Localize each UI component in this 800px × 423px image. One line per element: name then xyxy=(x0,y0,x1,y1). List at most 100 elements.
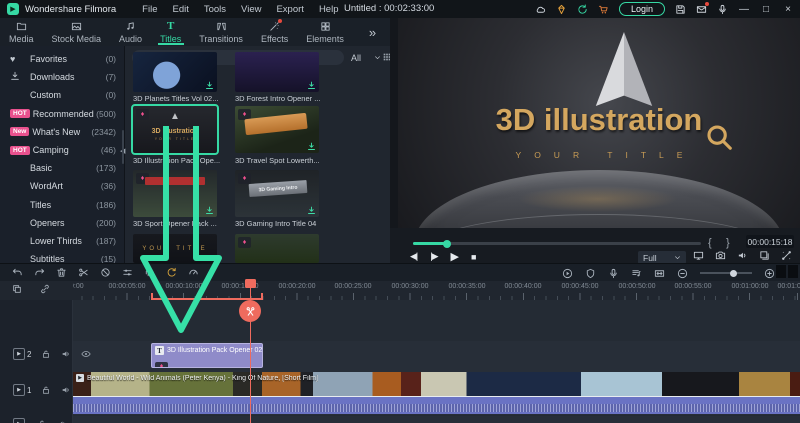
lock-icon[interactable] xyxy=(37,419,47,423)
sidebar-item-favorites[interactable]: ♥ Favorites (0) xyxy=(0,50,124,68)
sidebar-item-custom[interactable]: Custom (0) xyxy=(0,86,124,104)
track-3-lane[interactable] xyxy=(73,416,800,423)
timeline-zoom-slider[interactable] xyxy=(700,269,752,277)
gem-upgrade-icon[interactable] xyxy=(556,4,567,15)
download-icon[interactable] xyxy=(307,142,316,151)
tab-elements[interactable]: Elements xyxy=(297,18,353,46)
menu-view[interactable]: View xyxy=(241,4,261,15)
sidebar-item-openers[interactable]: Openers (200) xyxy=(0,214,124,232)
refresh-icon[interactable] xyxy=(577,4,588,15)
sidebar-item-basic[interactable]: Basic (173) xyxy=(0,159,124,177)
snapshot-icon[interactable] xyxy=(715,250,726,261)
sidebar-item-recommended[interactable]: HOT Recommended (500) xyxy=(0,105,124,123)
render-preview-button[interactable] xyxy=(166,267,177,278)
lock-icon[interactable] xyxy=(41,349,51,359)
track-play-icon[interactable]: ▶ xyxy=(13,418,25,423)
grid-view-icon[interactable] xyxy=(382,52,390,62)
cart-icon[interactable] xyxy=(598,4,609,15)
detach-audio-button[interactable] xyxy=(144,267,155,278)
playhead-handle[interactable] xyxy=(244,279,256,288)
mail-icon[interactable] xyxy=(696,1,709,15)
download-icon[interactable] xyxy=(205,206,214,215)
mark-out-brace[interactable]: } xyxy=(726,237,730,249)
sidebar-item-whats-new[interactable]: New What's New (2342) xyxy=(0,123,124,141)
login-button[interactable]: Login xyxy=(618,2,665,16)
mute-speaker-icon[interactable] xyxy=(61,349,71,359)
delete-button[interactable] xyxy=(56,267,67,278)
download-icon[interactable] xyxy=(205,81,214,90)
marker-button[interactable] xyxy=(585,268,596,279)
timeline-ruler[interactable]: 00:00:00 00:00:05:00 00:00:10:00 00:00:1… xyxy=(73,281,800,300)
library-item-thumbnail[interactable]: ♦ xyxy=(235,234,319,263)
screen-record-button[interactable] xyxy=(562,268,573,279)
download-icon[interactable] xyxy=(307,206,316,215)
previous-frame-button[interactable]: ◀| xyxy=(410,251,418,262)
preview-stage[interactable]: 3D illustration YOUR TITLE xyxy=(398,18,800,228)
library-item-thumbnail-selected[interactable]: ♦ ▲ 3D illustration YOUR TITLE xyxy=(131,104,219,155)
stop-button[interactable]: ■ xyxy=(471,252,477,262)
video-clip[interactable]: ▶ Beautiful World - Wild Animals (Peter … xyxy=(73,372,800,414)
layout-icon[interactable] xyxy=(759,250,770,261)
sidebar-item-camping[interactable]: HOT Camping (46) xyxy=(0,141,124,159)
fit-timeline-button[interactable] xyxy=(654,268,665,279)
audio-mixer-button[interactable] xyxy=(631,268,642,279)
voiceover-button[interactable] xyxy=(608,268,619,279)
library-item-thumbnail[interactable]: ♦ 3D Gaming Intro xyxy=(235,170,319,217)
tab-effects[interactable]: Effects xyxy=(252,18,297,46)
tab-media[interactable]: Media xyxy=(0,18,43,46)
tab-titles[interactable]: T Titles xyxy=(151,18,190,46)
title-clip[interactable]: T 3D Illustration Pack Opener 02 ♦ xyxy=(151,343,263,368)
sidebar-item-wordart[interactable]: WordArt (36) xyxy=(0,177,124,195)
close-button[interactable]: × xyxy=(782,4,794,15)
library-item-thumbnail[interactable]: ♦ xyxy=(133,170,217,217)
menu-help[interactable]: Help xyxy=(319,4,339,15)
volume-icon[interactable] xyxy=(737,250,748,261)
filter-dropdown[interactable]: All xyxy=(349,50,383,65)
duplicate-button[interactable] xyxy=(12,284,22,294)
more-tabs-chevrons[interactable]: » xyxy=(369,25,376,40)
eye-visibility-icon[interactable] xyxy=(81,349,91,359)
zoom-in-button[interactable] xyxy=(764,268,775,279)
shortcut-icon[interactable] xyxy=(781,250,792,261)
mute-speaker-icon[interactable] xyxy=(57,419,67,423)
menu-tools[interactable]: Tools xyxy=(204,4,226,15)
menu-export[interactable]: Export xyxy=(276,4,303,15)
next-frame-button[interactable]: |▶ xyxy=(430,251,438,262)
crop-button[interactable] xyxy=(100,267,111,278)
speed-button[interactable] xyxy=(188,267,199,278)
menu-edit[interactable]: Edit xyxy=(172,4,188,15)
library-item-thumbnail[interactable] xyxy=(133,52,217,92)
seek-bar[interactable] xyxy=(413,239,701,248)
link-clips-button[interactable] xyxy=(40,284,50,294)
tab-audio[interactable]: Audio xyxy=(110,18,151,46)
redo-button[interactable] xyxy=(34,267,45,278)
adjust-sliders-button[interactable] xyxy=(122,267,133,278)
lock-icon[interactable] xyxy=(41,385,51,395)
download-icon[interactable] xyxy=(307,81,316,90)
library-item-thumbnail[interactable]: ♦ xyxy=(235,106,319,153)
sidebar-scrollbar[interactable] xyxy=(122,130,124,164)
seek-handle[interactable] xyxy=(443,239,451,248)
minimize-button[interactable]: — xyxy=(738,4,750,15)
playhead-split-scissors-button[interactable] xyxy=(239,300,261,322)
menu-file[interactable]: File xyxy=(142,4,157,15)
sidebar-item-lower-thirds[interactable]: Lower Thirds (187) xyxy=(0,232,124,250)
mark-in-brace[interactable]: { xyxy=(708,237,712,249)
tab-stock-media[interactable]: Stock Media xyxy=(43,18,111,46)
track-play-icon[interactable]: ▶ xyxy=(13,384,25,396)
tab-transitions[interactable]: Transitions xyxy=(190,18,252,46)
undo-button[interactable] xyxy=(12,267,23,278)
zoom-out-button[interactable] xyxy=(677,268,688,279)
library-item-thumbnail[interactable] xyxy=(235,52,319,92)
voiceover-top-icon[interactable] xyxy=(717,4,728,15)
split-scissors-button[interactable] xyxy=(78,267,89,278)
play-button[interactable]: ▶ xyxy=(451,250,460,263)
library-item-thumbnail[interactable]: YOUR TITLE xyxy=(133,234,217,263)
sidebar-item-downloads[interactable]: Downloads (7) xyxy=(0,68,124,86)
mute-speaker-icon[interactable] xyxy=(61,385,71,395)
track-play-icon[interactable]: ▶ xyxy=(13,348,25,360)
save-icon[interactable] xyxy=(675,4,686,15)
display-device-icon[interactable] xyxy=(693,250,704,261)
maximize-button[interactable]: □ xyxy=(760,4,772,15)
cloud-icon[interactable] xyxy=(535,4,546,15)
